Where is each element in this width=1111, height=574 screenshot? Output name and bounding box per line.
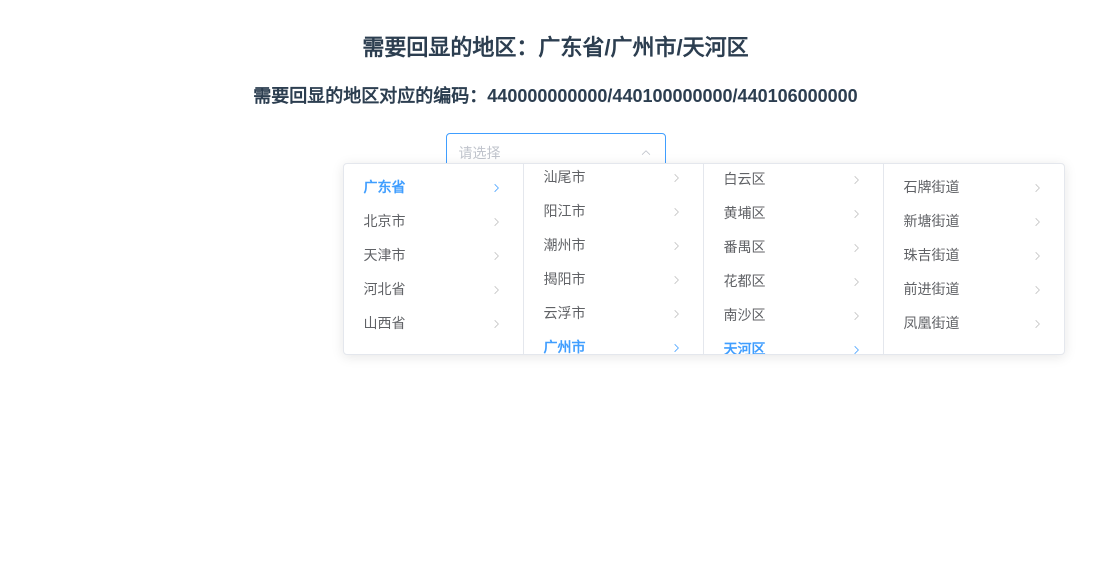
cascader-item-label: 石牌街道 xyxy=(904,177,960,197)
subtitle-codes: 440000000000/440100000000/440106000000 xyxy=(487,86,857,106)
cascader-item-label: 新塘街道 xyxy=(904,211,960,231)
page-subtitle: 需要回显的地区对应的编码：440000000000/440100000000/4… xyxy=(0,82,1111,108)
cascader-column-cities: 汕尾市阳江市潮州市揭阳市云浮市广州市 xyxy=(524,164,704,354)
chevron-right-icon xyxy=(851,241,863,253)
cascader-item-label: 黄埔区 xyxy=(724,203,766,223)
cascader-item-street[interactable]: 石牌街道 xyxy=(884,170,1064,204)
cascader-item-label: 广东省 xyxy=(364,177,406,197)
chevron-right-icon xyxy=(1032,317,1044,329)
cascader-item-province[interactable]: 北京市 xyxy=(344,204,523,238)
cascader-item-city[interactable]: 阳江市 xyxy=(524,194,703,228)
cascader-item-label: 前进街道 xyxy=(904,279,960,299)
cascader-item-district[interactable]: 番禺区 xyxy=(704,230,883,264)
chevron-right-icon xyxy=(671,307,683,319)
chevron-right-icon xyxy=(671,239,683,251)
chevron-right-icon xyxy=(1032,215,1044,227)
cascader-item-city[interactable]: 潮州市 xyxy=(524,228,703,262)
cascader-item-district[interactable]: 花都区 xyxy=(704,264,883,298)
chevron-right-icon xyxy=(671,205,683,217)
title-path: 广东省/广州市/天河区 xyxy=(538,35,748,60)
chevron-right-icon xyxy=(1032,283,1044,295)
cascader-item-label: 天河区 xyxy=(724,339,766,354)
cascader-item-label: 南沙区 xyxy=(724,305,766,325)
cascader-item-label: 阳江市 xyxy=(544,201,586,221)
cascader-item-province[interactable]: 广东省 xyxy=(344,170,523,204)
chevron-right-icon xyxy=(491,283,503,295)
cascader-item-district[interactable]: 天河区 xyxy=(704,332,883,354)
chevron-up-icon xyxy=(639,146,653,160)
cascader-panel: 广东省北京市天津市河北省山西省 汕尾市阳江市潮州市揭阳市云浮市广州市 白云区黄埔… xyxy=(343,163,1065,355)
cascader-item-street[interactable]: 凤凰街道 xyxy=(884,306,1064,340)
chevron-right-icon xyxy=(851,309,863,321)
cascader-item-label: 番禺区 xyxy=(724,237,766,257)
cascader-item-label: 天津市 xyxy=(364,245,406,265)
chevron-right-icon xyxy=(671,171,683,183)
cascader-item-city[interactable]: 广州市 xyxy=(524,330,703,354)
chevron-right-icon xyxy=(851,207,863,219)
chevron-right-icon xyxy=(851,275,863,287)
cascader-item-district[interactable]: 黄埔区 xyxy=(704,196,883,230)
chevron-right-icon xyxy=(1032,249,1044,261)
cascader-item-street[interactable]: 珠吉街道 xyxy=(884,238,1064,272)
cascader-item-label: 河北省 xyxy=(364,279,406,299)
cascader-item-street[interactable]: 新塘街道 xyxy=(884,204,1064,238)
cascader-item-label: 揭阳市 xyxy=(544,269,586,289)
cascader-column-streets: 石牌街道新塘街道珠吉街道前进街道凤凰街道 xyxy=(884,164,1064,354)
cascader-item-label: 北京市 xyxy=(364,211,406,231)
cascader-item-label: 云浮市 xyxy=(544,303,586,323)
cascader-item-province[interactable]: 天津市 xyxy=(344,238,523,272)
chevron-right-icon xyxy=(851,173,863,185)
subtitle-prefix: 需要回显的地区对应的编码： xyxy=(253,86,487,106)
cascader-item-district[interactable]: 白云区 xyxy=(704,164,883,196)
title-prefix: 需要回显的地区： xyxy=(362,35,538,60)
chevron-right-icon xyxy=(671,273,683,285)
chevron-right-icon xyxy=(491,181,503,193)
cascader-column-districts: 白云区黄埔区番禺区花都区南沙区天河区 xyxy=(704,164,884,354)
select-placeholder: 请选择 xyxy=(459,143,501,163)
chevron-right-icon xyxy=(1032,181,1044,193)
cascader-item-province[interactable]: 河北省 xyxy=(344,272,523,306)
cascader-item-district[interactable]: 南沙区 xyxy=(704,298,883,332)
cascader-item-label: 潮州市 xyxy=(544,235,586,255)
chevron-right-icon xyxy=(491,249,503,261)
cascader-item-province[interactable]: 山西省 xyxy=(344,306,523,340)
chevron-right-icon xyxy=(671,341,683,353)
chevron-right-icon xyxy=(851,343,863,354)
cascader-item-city[interactable]: 云浮市 xyxy=(524,296,703,330)
page-title: 需要回显的地区：广东省/广州市/天河区 xyxy=(0,30,1111,62)
cascader-item-label: 山西省 xyxy=(364,313,406,333)
cascader-item-label: 珠吉街道 xyxy=(904,245,960,265)
cascader-item-city[interactable]: 揭阳市 xyxy=(524,262,703,296)
chevron-right-icon xyxy=(491,317,503,329)
cascader-item-label: 花都区 xyxy=(724,271,766,291)
cascader-item-label: 白云区 xyxy=(724,169,766,189)
cascader-item-label: 汕尾市 xyxy=(544,167,586,187)
cascader-item-city[interactable]: 汕尾市 xyxy=(524,164,703,194)
cascader-column-provinces: 广东省北京市天津市河北省山西省 xyxy=(344,164,524,354)
cascader-item-label: 凤凰街道 xyxy=(904,313,960,333)
chevron-right-icon xyxy=(491,215,503,227)
cascader-item-street[interactable]: 前进街道 xyxy=(884,272,1064,306)
cascader-item-label: 广州市 xyxy=(544,337,586,354)
